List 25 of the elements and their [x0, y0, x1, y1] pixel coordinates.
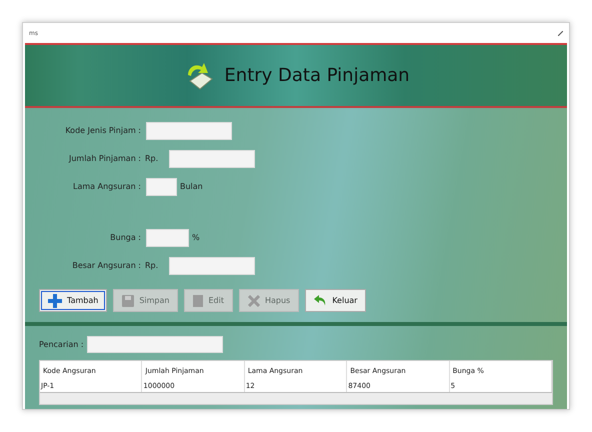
text-field[interactable] [169, 150, 255, 168]
text-field[interactable] [146, 229, 189, 247]
field-label: Kode Jenis Pinjam : [64, 125, 142, 137]
resize-icon [558, 30, 563, 36]
text-field[interactable] [169, 257, 255, 275]
text-field[interactable] [146, 178, 177, 196]
field-label: Bunga : [109, 232, 142, 244]
unit-label: Bulan [180, 181, 203, 193]
search-label: Pencarian : [39, 338, 84, 350]
field-label: Lama Angsuran : [72, 181, 142, 193]
action-button[interactable]: Keluar [305, 289, 366, 312]
field-label: Jumlah Pinjaman : [68, 153, 142, 165]
text-field[interactable] [146, 122, 232, 140]
search-field[interactable] [86, 336, 223, 353]
field-label: Besar Angsuran : [71, 260, 142, 272]
currency-label: Rp. [145, 260, 160, 272]
save-icon [122, 294, 134, 306]
document-icon [193, 294, 204, 306]
close-icon [248, 294, 260, 306]
action-button[interactable]: Tambah [39, 289, 108, 312]
unit-label: % [192, 232, 200, 244]
undo-icon [314, 294, 328, 306]
plus-icon [48, 294, 62, 308]
currency-label: Rp. [145, 153, 160, 165]
header-title: Entry Data Pinjaman [224, 64, 410, 88]
